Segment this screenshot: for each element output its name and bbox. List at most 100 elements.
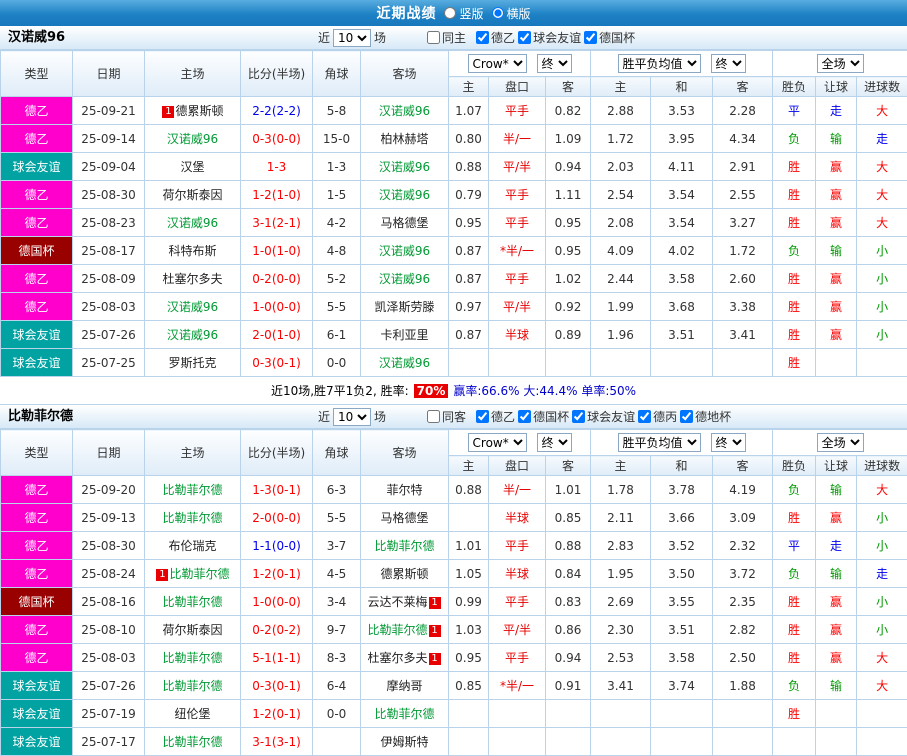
vertical-radio[interactable] (444, 7, 456, 19)
euro-average-select[interactable]: 胜平负均值 (618, 433, 701, 452)
team-name-link[interactable]: 荷尔斯泰因 (162, 623, 222, 637)
team-name-link[interactable]: 马格德堡 (380, 511, 428, 525)
bookmaker-select[interactable]: Crow* (468, 54, 527, 73)
team-name-link[interactable]: 汉诺威96 (379, 188, 430, 202)
corner-score: 3-7 (313, 532, 361, 560)
team-name-link[interactable]: 比勒菲尔德 (374, 539, 434, 553)
team-name-link[interactable]: 卡利亚里 (380, 328, 428, 342)
league-filter-checkbox[interactable] (680, 410, 693, 423)
euro-draw-odds: 3.78 (651, 476, 713, 504)
team-name-link[interactable]: 德累斯顿 (175, 104, 223, 118)
team-name-link[interactable]: 比勒菲尔德 (169, 567, 229, 581)
team-name-link[interactable]: 汉诺威96 (167, 132, 218, 146)
team-name-link[interactable]: 汉诺威96 (379, 104, 430, 118)
team-name-link[interactable]: 菲尔特 (386, 483, 422, 497)
team-name-link[interactable]: 纽伦堡 (174, 707, 210, 721)
away-team-cell: 比勒菲尔德 (361, 700, 449, 728)
team-name-link[interactable]: 比勒菲尔德 (162, 735, 222, 749)
league-filter-checkbox[interactable] (572, 410, 585, 423)
layout-vertical-option[interactable]: 竖版 (444, 5, 483, 22)
team-name-link[interactable]: 汉诺威96 (379, 272, 430, 286)
team-name-link[interactable]: 汉诺威96 (379, 356, 430, 370)
team-name-link[interactable]: 柏林赫塔 (380, 132, 428, 146)
euro-time-select[interactable]: 终 (711, 433, 746, 452)
away-team-cell: 马格德堡 (361, 209, 449, 237)
league-filter[interactable]: 德地杯 (679, 408, 731, 425)
league-filter[interactable]: 德乙 (475, 29, 515, 46)
team-name-link[interactable]: 杜塞尔多夫 (162, 272, 222, 286)
away-team-cell: 卡利亚里 (361, 321, 449, 349)
league-filter-checkbox[interactable] (638, 410, 651, 423)
corner-score: 9-7 (313, 616, 361, 644)
corner-score: 1-5 (313, 181, 361, 209)
team-name-link[interactable]: 比勒菲尔德 (162, 483, 222, 497)
layout-horizontal-option[interactable]: 横版 (492, 5, 531, 22)
subcol-asian-away: 客 (546, 456, 591, 476)
asian-time-select[interactable]: 终 (537, 54, 572, 73)
team-name-link[interactable]: 比勒菲尔德 (162, 511, 222, 525)
match-score: 1-1(0-0) (241, 532, 313, 560)
away-team-cell: 摩纳哥 (361, 672, 449, 700)
league-filter[interactable]: 球会友谊 (571, 408, 635, 425)
result-wdl: 负 (773, 560, 816, 588)
team-name-link[interactable]: 比勒菲尔德 (162, 679, 222, 693)
league-filter-checkbox[interactable] (476, 31, 489, 44)
fulltime-select[interactable]: 全场 (817, 54, 864, 73)
league-filter[interactable]: 德乙 (475, 408, 515, 425)
team-name-link[interactable]: 汉诺威96 (167, 300, 218, 314)
asian-handicap: *半/一 (489, 672, 546, 700)
team-name-link[interactable]: 比勒菲尔德 (162, 651, 222, 665)
team-name-link[interactable]: 伊姆斯特 (380, 735, 428, 749)
team-name-link[interactable]: 比勒菲尔德 (367, 623, 427, 637)
team-name-link[interactable]: 布伦瑞克 (168, 539, 216, 553)
league-filter-checkbox[interactable] (476, 410, 489, 423)
team-name-link[interactable]: 荷尔斯泰因 (162, 188, 222, 202)
euro-draw-odds: 3.58 (651, 265, 713, 293)
same-venue-checkbox[interactable] (427, 31, 440, 44)
same-venue-filter[interactable]: 同客 (426, 408, 466, 425)
league-type-badge: 球会友谊 (1, 349, 73, 377)
same-venue-checkbox[interactable] (427, 410, 440, 423)
team-name-link[interactable]: 科特布斯 (168, 244, 216, 258)
team-name-link[interactable]: 汉堡 (180, 160, 204, 174)
result-handicap: 赢 (816, 181, 857, 209)
euro-odds-header: 胜平负均值 终 (591, 430, 773, 456)
team-name-link[interactable]: 德累斯顿 (380, 567, 428, 581)
home-team-cell: 汉诺威96 (145, 209, 241, 237)
team-name-link[interactable]: 汉诺威96 (379, 160, 430, 174)
league-filter-checkbox[interactable] (584, 31, 597, 44)
corner-score: 4-5 (313, 560, 361, 588)
match-row: 德乙25-08-09杜塞尔多夫0-2(0-0)5-2汉诺威960.87平手1.0… (1, 265, 907, 293)
asian-time-select[interactable]: 终 (537, 433, 572, 452)
team-name-link[interactable]: 比勒菲尔德 (162, 595, 222, 609)
league-filter[interactable]: 球会友谊 (517, 29, 581, 46)
league-filter-checkbox[interactable] (518, 31, 531, 44)
team-name-link[interactable]: 杜塞尔多夫 (367, 651, 427, 665)
euro-home-odds: 1.72 (591, 125, 651, 153)
same-venue-filter[interactable]: 同主 (426, 29, 466, 46)
team-name-link[interactable]: 汉诺威96 (167, 328, 218, 342)
match-count-select[interactable]: 10 (333, 408, 371, 426)
team-name-link[interactable]: 汉诺威96 (379, 244, 430, 258)
league-filter-checkbox[interactable] (518, 410, 531, 423)
team-name-link[interactable]: 汉诺威96 (167, 216, 218, 230)
result-handicap: 输 (816, 560, 857, 588)
match-count-select[interactable]: 10 (333, 29, 371, 47)
team-name-link[interactable]: 云达不莱梅 (367, 595, 427, 609)
asian-handicap (489, 349, 546, 377)
league-filter[interactable]: 德丙 (637, 408, 677, 425)
league-filter[interactable]: 德国杯 (517, 408, 569, 425)
team-name-link[interactable]: 凯泽斯劳滕 (374, 300, 434, 314)
fulltime-select[interactable]: 全场 (817, 433, 864, 452)
euro-time-select[interactable]: 终 (711, 54, 746, 73)
horizontal-radio[interactable] (492, 7, 504, 19)
league-filter[interactable]: 德国杯 (583, 29, 635, 46)
team-name-link[interactable]: 摩纳哥 (386, 679, 422, 693)
euro-average-select[interactable]: 胜平负均值 (618, 54, 701, 73)
team-name-link[interactable]: 罗斯托克 (168, 356, 216, 370)
team-section-hannover: 汉诺威96 近 10 场 同主 德乙球会友谊德国杯 类型 日期 主场 比分(半场… (0, 26, 907, 405)
match-date: 25-08-24 (73, 560, 145, 588)
bookmaker-select[interactable]: Crow* (468, 433, 527, 452)
team-name-link[interactable]: 马格德堡 (380, 216, 428, 230)
team-name-link[interactable]: 比勒菲尔德 (374, 707, 434, 721)
